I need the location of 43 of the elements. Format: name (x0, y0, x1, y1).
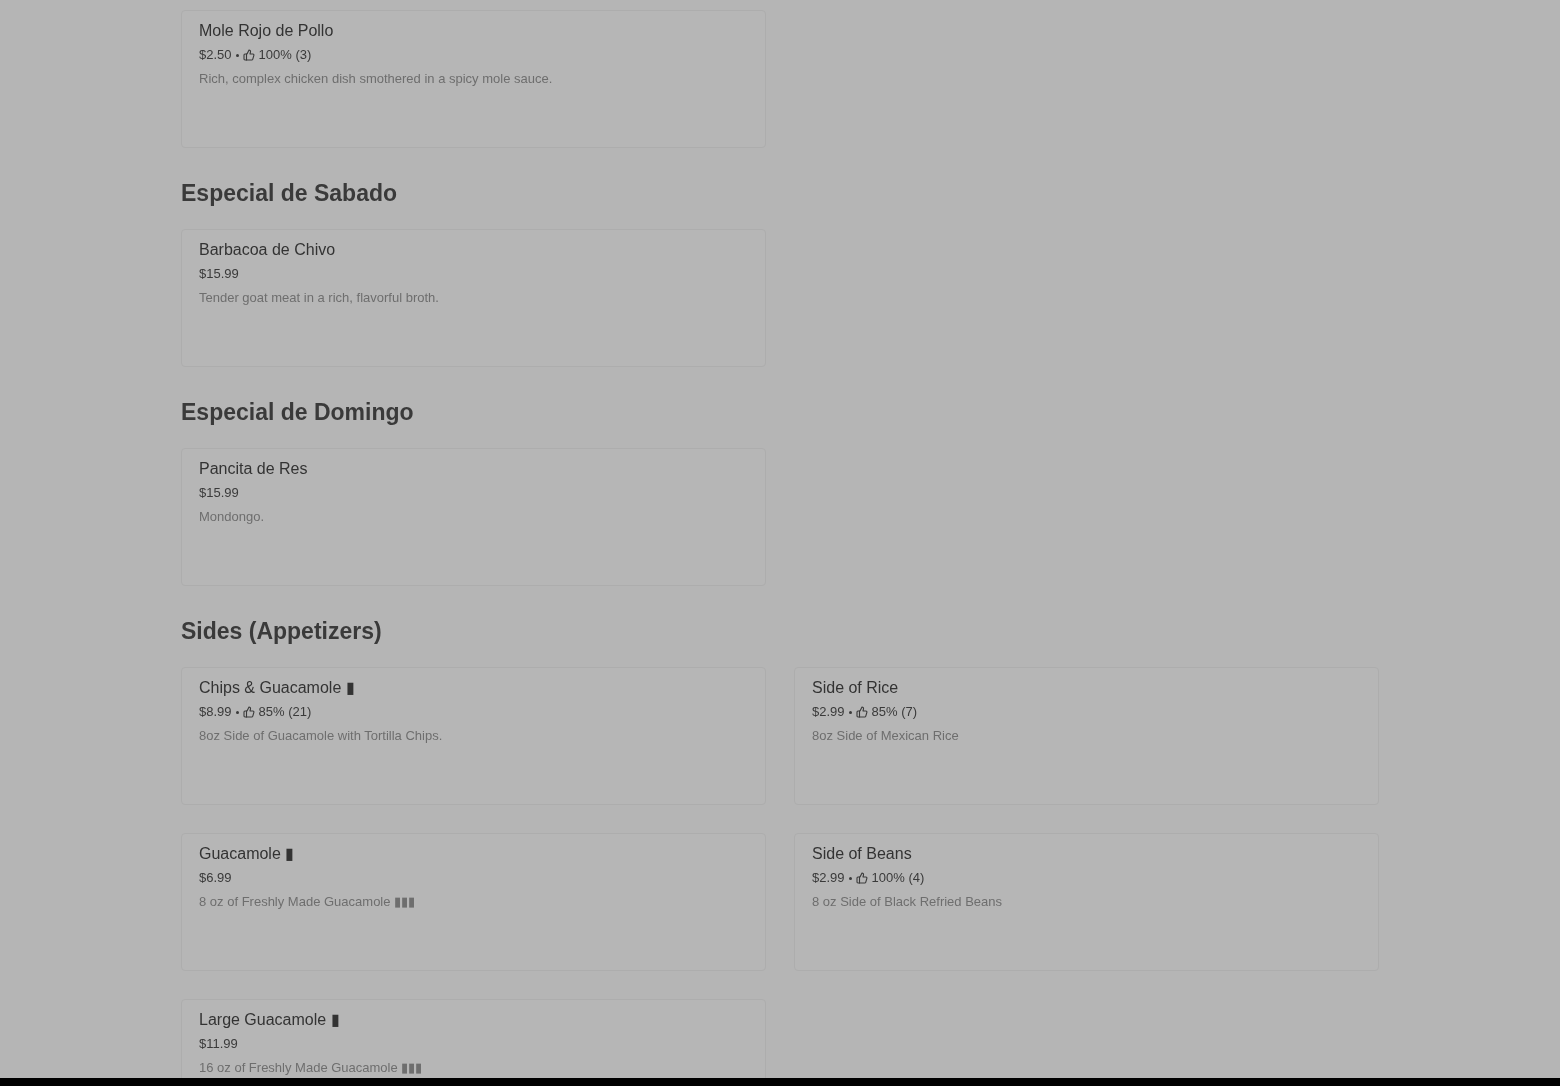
item-rating: 100% (3) (258, 46, 312, 64)
item-price: $11.99 (199, 1035, 238, 1053)
item-price: $2.99 (812, 869, 845, 887)
item-description: 16 oz of Freshly Made Guacamole ▮▮▮ (199, 1059, 424, 1077)
item-name: Mole Rojo de Pollo (199, 21, 335, 41)
section-heading: Especial de Domingo (181, 400, 415, 424)
menu-item-card[interactable]: Large Guacamole ▮ $11.99 16 oz of Freshly Made Guacamole ▮▮▮ (181, 999, 766, 1078)
menu-item-card[interactable]: Mole Rojo de Pollo $2.50 100% (3) Rich, complex chicken dish smothered in a spicy mole sauce. (181, 10, 766, 148)
menu-item-card[interactable]: Pancita de Res $15.99 Mondongo. (181, 448, 766, 586)
item-description: Tender goat meat in a rich, flavorful broth. (199, 289, 440, 307)
thumbs-up-icon (242, 706, 255, 718)
item-description: 8oz Side of Guacamole with Tortilla Chips. (199, 727, 444, 745)
section-heading: Especial de Sabado (181, 181, 399, 205)
item-rating: 85% (7) (871, 703, 918, 721)
item-name: Side of Beans (812, 844, 913, 864)
item-description: 8oz Side of Mexican Rice (812, 727, 960, 745)
menu-item-card[interactable]: Chips & Guacamole ▮ $8.99 85% (21) 8oz Side of Guacamole with Tortilla Chips. (181, 667, 766, 805)
item-description: 8 oz Side of Black Refried Beans (812, 893, 1004, 911)
item-rating: 85% (21) (258, 703, 312, 721)
menu-item-card[interactable]: Side of Rice $2.99 85% (7) 8oz Side of Mexican Rice (794, 667, 1379, 805)
item-rating: 100% (4) (871, 869, 925, 887)
item-name: Chips & Guacamole ▮ (199, 678, 356, 698)
item-price: $2.50 (199, 46, 232, 64)
item-description: 8 oz of Freshly Made Guacamole ▮▮▮ (199, 893, 417, 911)
menu-item-card[interactable]: Guacamole ▮ $6.99 8 oz of Freshly Made Guacamole ▮▮▮ (181, 833, 766, 971)
item-name: Barbacoa de Chivo (199, 240, 337, 260)
menu-item-card[interactable]: Barbacoa de Chivo $15.99 Tender goat meat in a rich, flavorful broth. (181, 229, 766, 367)
thumbs-up-icon (855, 872, 868, 884)
item-name: Pancita de Res (199, 459, 309, 479)
section-heading: Sides (Appetizers) (181, 619, 383, 643)
item-price: $8.99 (199, 703, 232, 721)
item-description: Mondongo. (199, 508, 266, 526)
item-price: $2.99 (812, 703, 845, 721)
item-name: Large Guacamole ▮ (199, 1010, 341, 1030)
item-price: $15.99 (199, 265, 239, 283)
thumbs-up-icon (242, 49, 255, 61)
item-price: $6.99 (199, 869, 232, 887)
menu-item-card[interactable]: Side of Beans $2.99 100% (4) 8 oz Side of Black Refried Beans (794, 833, 1379, 971)
item-name: Guacamole ▮ (199, 844, 296, 864)
item-price: $15.99 (199, 484, 239, 502)
item-description: Rich, complex chicken dish smothered in a spicy mole sauce. (199, 70, 554, 88)
thumbs-up-icon (855, 706, 868, 718)
item-name: Side of Rice (812, 678, 900, 698)
